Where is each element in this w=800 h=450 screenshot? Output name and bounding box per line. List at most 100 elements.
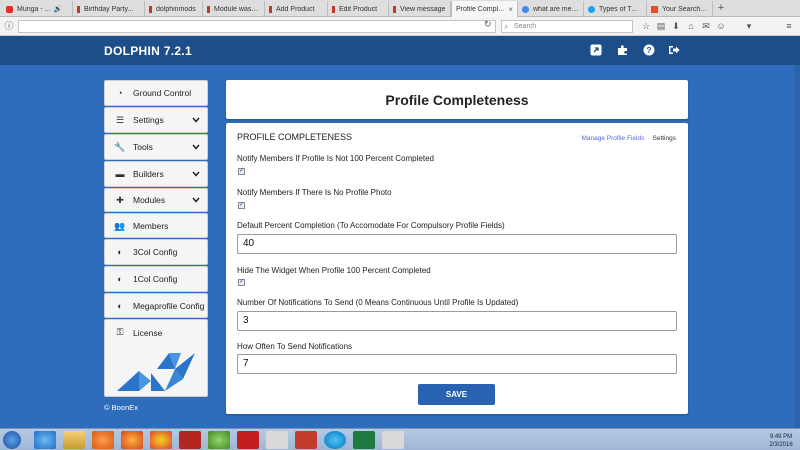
file-explorer-icon[interactable] — [63, 431, 85, 449]
address-bar[interactable] — [18, 20, 496, 33]
close-tab-icon[interactable]: × — [505, 5, 513, 14]
hide-widget-checkbox[interactable]: ✓ — [238, 279, 245, 286]
browser-tab[interactable]: Birthday Party... — [73, 1, 145, 17]
sidebar-item-label: Modules — [133, 195, 166, 205]
wrench-icon: 🔧 — [114, 142, 126, 152]
notifications-count-input[interactable]: 3 — [237, 311, 677, 331]
download-icon[interactable]: ⬇ — [671, 21, 681, 31]
boonex-logo — [117, 353, 195, 391]
page-icon — [332, 5, 335, 13]
puzzle-icon[interactable] — [617, 44, 629, 56]
page-icon — [207, 5, 210, 13]
help-icon[interactable]: ? — [643, 44, 655, 56]
module-icon: ◐ — [117, 300, 123, 311]
default-percent-input[interactable]: 40 — [237, 234, 677, 254]
browser-tab[interactable]: View message — [389, 1, 451, 17]
settings-link[interactable]: Settings — [653, 135, 677, 142]
browser-toolbar: ⓘ ↻ ⌕ Search ☆ ▤ ⬇ ⌂ ✉ ☺ ▾ ≡ — [0, 17, 800, 36]
sidebar-item-members[interactable]: 👥 Members — [104, 213, 208, 238]
excel-icon[interactable] — [353, 431, 375, 449]
sidebar-item-ground-control[interactable]: ◔ Ground Control — [104, 80, 208, 106]
sidebar-item-tools[interactable]: 🔧 Tools — [104, 134, 208, 160]
chevron-down-icon — [192, 142, 200, 152]
chevron-down-icon — [192, 115, 200, 125]
chevron-down-icon — [192, 195, 200, 205]
site-info-icon[interactable]: ⓘ — [4, 21, 14, 31]
app-icon[interactable] — [266, 431, 288, 449]
field-label: Default Percent Completion (To Accomodat… — [237, 221, 505, 230]
field-label: Hide The Widget When Profile 100 Percent… — [237, 266, 431, 275]
pdf-reader-icon[interactable] — [237, 431, 259, 449]
paint-roller-icon: ▬ — [115, 169, 125, 179]
page-icon — [651, 5, 658, 13]
frog-icon[interactable] — [208, 431, 230, 449]
browser-tab[interactable]: Your Search R... — [647, 1, 713, 17]
emoji-icon[interactable]: ☺ — [716, 21, 726, 31]
page-title: Profile Completeness — [385, 92, 529, 108]
firefox-icon[interactable] — [121, 431, 143, 449]
system-tray[interactable] — [576, 431, 766, 449]
start-button[interactable] — [3, 431, 21, 449]
sidebar-item-label: Ground Control — [133, 88, 192, 98]
star-icon[interactable]: ☆ — [641, 21, 651, 31]
logout-icon[interactable] — [668, 44, 680, 56]
browser-tab[interactable]: Add Product — [265, 1, 328, 17]
filezilla-icon[interactable] — [179, 431, 201, 449]
search-input[interactable]: ⌕ Search — [501, 20, 633, 33]
taskbar-clock[interactable]: 9:49 PM 2/3/2016 — [766, 433, 796, 449]
notification-interval-input[interactable]: 7 — [237, 354, 677, 374]
copyright-text: © BoonEx — [104, 403, 138, 412]
chat-icon[interactable]: ✉ — [701, 21, 711, 31]
brand-title: DOLPHIN 7.2.1 — [104, 44, 192, 58]
external-link-icon[interactable] — [590, 44, 602, 56]
sliders-icon: ☰ — [115, 115, 125, 125]
sidebar-item-3col-config[interactable]: ◐ 3Col Config — [104, 239, 208, 265]
sidebar-item-modules[interactable]: ✚ Modules — [104, 188, 208, 212]
chrome-icon[interactable] — [150, 431, 172, 449]
module-icon: ◐ — [117, 274, 123, 284]
page-icon — [149, 5, 152, 13]
page-scrollbar[interactable] — [794, 65, 800, 428]
reload-icon[interactable]: ↻ — [484, 19, 492, 30]
panel-links: Manage Profile Fields · Settings — [581, 135, 676, 142]
reading-list-icon[interactable]: ▤ — [656, 21, 666, 31]
browser-tab[interactable]: Module was n... — [203, 1, 265, 17]
menu-icon[interactable]: ≡ — [784, 21, 794, 31]
speaker-icon: 🔊 — [53, 6, 63, 13]
app-icon[interactable] — [295, 431, 317, 449]
app-header: DOLPHIN 7.2.1 ? — [0, 36, 800, 65]
browser-tab[interactable]: Munga - ... 🔊 — [2, 1, 73, 17]
sidebar-item-settings[interactable]: ☰ Settings — [104, 107, 208, 133]
manage-profile-fields-link[interactable]: Manage Profile Fields — [581, 135, 644, 142]
new-tab-button[interactable]: + — [714, 1, 728, 16]
browser-tab[interactable]: Edit Product — [328, 1, 389, 17]
browser-tab[interactable]: what are men... — [518, 1, 584, 17]
home-icon[interactable]: ⌂ — [686, 21, 696, 31]
notify-incomplete-checkbox[interactable]: ✓ — [238, 168, 245, 175]
page-icon — [77, 5, 80, 13]
internet-explorer-icon[interactable] — [34, 431, 56, 449]
browser-tab[interactable]: dolphinmods — [145, 1, 203, 17]
svg-text:?: ? — [647, 46, 652, 55]
save-button[interactable]: SAVE — [418, 384, 495, 405]
search-icon: ⌕ — [504, 22, 509, 31]
sidebar-item-label: Members — [133, 220, 169, 231]
notify-no-photo-checkbox[interactable]: ✓ — [238, 202, 245, 209]
browser-tab[interactable]: Types of Twe... — [584, 1, 647, 17]
settings-form-panel: PROFILE COMPLETENESS Manage Profile Fiel… — [226, 123, 688, 414]
sidebar-item-megaprofile-config[interactable]: ◐ Megaprofile Config — [104, 293, 208, 318]
license-row: ⚿ License — [113, 327, 163, 338]
module-icon: ◐ — [117, 247, 123, 257]
field-label: Notify Members If There Is No Profile Ph… — [237, 188, 392, 197]
bookmark-icon[interactable]: ▾ — [744, 21, 754, 31]
sidebar-item-1col-config[interactable]: ◐ 1Col Config — [104, 266, 208, 292]
sidebar-item-label: Tools — [133, 142, 153, 152]
dashboard-icon: ◔ — [117, 88, 123, 98]
media-player-icon[interactable] — [92, 431, 114, 449]
browser-tab-active[interactable]: Profile Comple... × — [451, 1, 518, 17]
users-icon: 👥 — [114, 220, 126, 231]
sidebar-item-builders[interactable]: ▬ Builders — [104, 161, 208, 187]
sidebar-item-license[interactable]: ⚿ License — [104, 319, 208, 397]
app-icon[interactable] — [382, 431, 404, 449]
skype-icon[interactable] — [324, 431, 346, 449]
